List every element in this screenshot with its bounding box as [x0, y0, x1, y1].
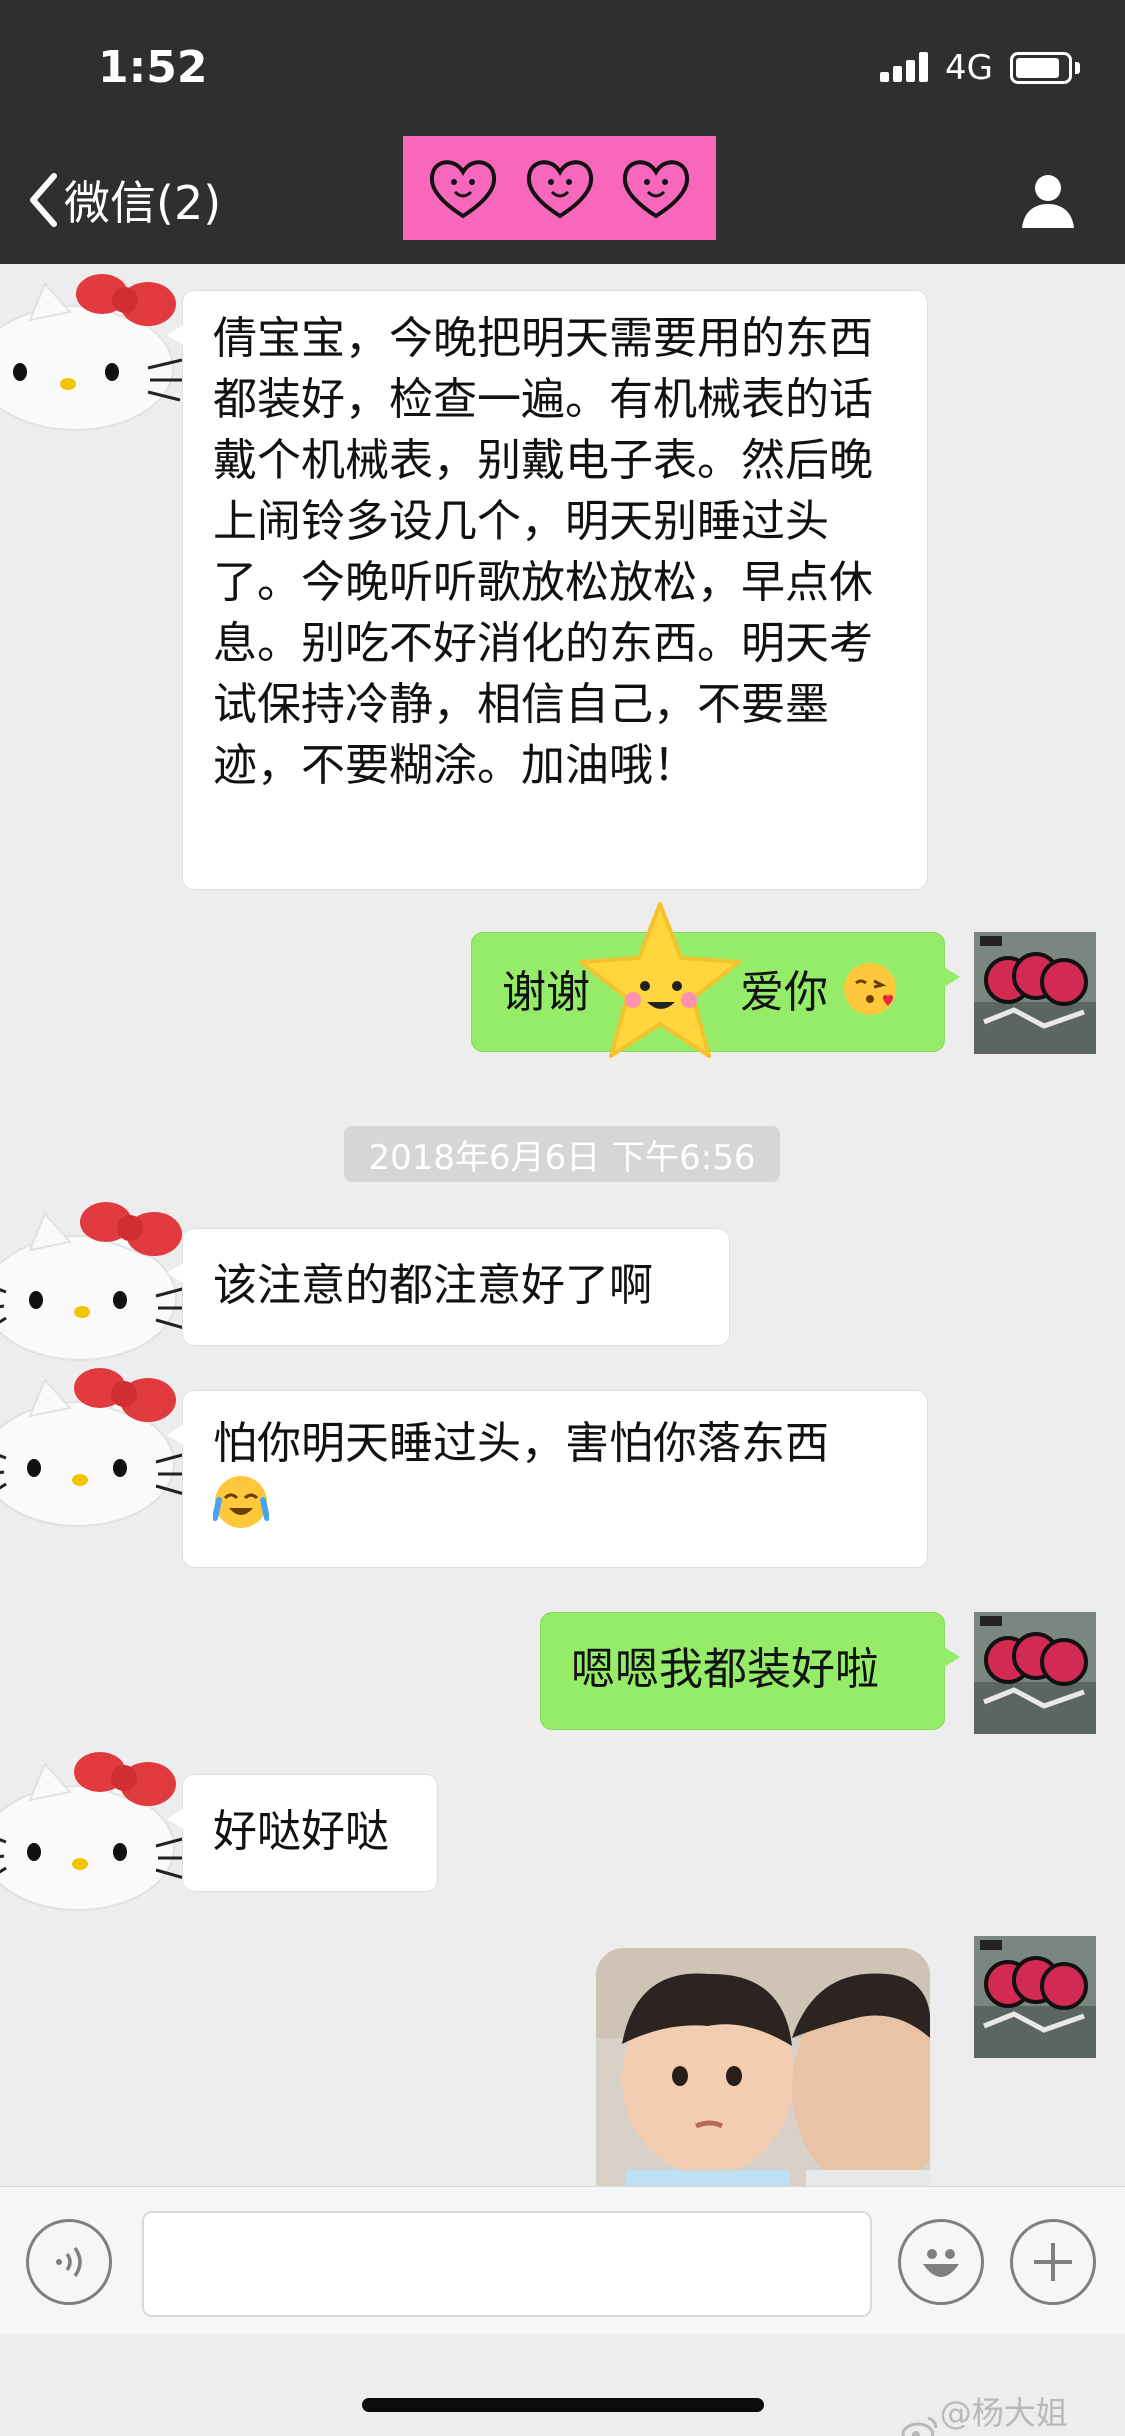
title-heart-sticker [403, 136, 716, 240]
graffiti-avatar[interactable] [974, 1612, 1096, 1734]
voice-button[interactable] [26, 2219, 112, 2305]
photo-children-image [596, 1948, 930, 2188]
voice-icon [56, 2246, 82, 2278]
message-text: 爱你 [740, 967, 828, 1018]
smiling-star-sticker [579, 902, 741, 1058]
message-text: 怕你明天睡过头，害怕你落东西 [213, 1418, 829, 1469]
photo-message[interactable] [596, 1948, 930, 2188]
home-indicator[interactable] [362, 2398, 764, 2412]
graffiti-avatar[interactable] [974, 1936, 1096, 2058]
signal-icon [880, 52, 932, 82]
message-text: 该注意的都注意好了啊 [213, 1260, 653, 1311]
message-text: 倩宝宝，今晚把明天需要用的东西都装好，检查一遍。有机械表的话戴个机械表，别戴电子… [213, 313, 873, 791]
message-bubble-incoming[interactable]: 好哒好哒 [167, 1774, 438, 1892]
emoji-button[interactable] [898, 2219, 984, 2305]
kissing-heart-emoji [844, 963, 896, 1015]
message-bubble-incoming[interactable]: 该注意的都注意好了啊 [167, 1228, 730, 1346]
loudly-crying-emoji [213, 1476, 269, 1528]
graffiti-avatar[interactable] [974, 932, 1096, 1054]
hello-kitty-avatar[interactable] [0, 1188, 190, 1368]
back-button[interactable]: 微信(2) [28, 168, 221, 232]
message-input[interactable] [142, 2211, 872, 2317]
watermark-text: @杨大姐YYY [939, 2394, 1068, 2436]
status-time: 1:52 [98, 42, 208, 93]
battery-icon [1010, 52, 1072, 84]
network-type: 4G [945, 48, 993, 88]
message-text: 好哒好哒 [213, 1806, 389, 1857]
plus-icon [1034, 2243, 1072, 2281]
message-bubble-incoming[interactable]: 怕你明天睡过头，害怕你落东西 [167, 1390, 928, 1568]
chevron-left-icon [30, 173, 57, 227]
heart-face-icon [430, 160, 497, 219]
person-icon[interactable] [1018, 170, 1078, 230]
back-label: 微信(2) [64, 176, 222, 230]
top-bar: 1:52 4G 微信(2) [0, 0, 1125, 264]
battery-level [1016, 58, 1059, 78]
hello-kitty-avatar[interactable] [0, 1354, 190, 1534]
heart-face-icon [622, 160, 689, 219]
graffiti-avatar-image [974, 1612, 1096, 1734]
message-bubble-outgoing[interactable]: 嗯嗯我都装好啦 [540, 1612, 960, 1730]
weibo-icon [901, 2416, 938, 2436]
graffiti-avatar-image [974, 1936, 1096, 2058]
hello-kitty-avatar[interactable] [0, 260, 190, 440]
watermark: @杨大姐YYY [900, 2388, 1125, 2436]
message-bubble-incoming[interactable]: 倩宝宝，今晚把明天需要用的东西都装好，检查一遍。有机械表的话戴个机械表，别戴电子… [167, 290, 928, 890]
timestamp: 2018年6月6日 下午6:56 [344, 1126, 780, 1182]
heart-face-icon [526, 160, 593, 219]
more-button[interactable] [1010, 2219, 1096, 2305]
graffiti-avatar-image [974, 932, 1096, 1054]
battery-nub [1075, 62, 1080, 74]
input-bar [0, 2186, 1125, 2334]
hello-kitty-avatar[interactable] [0, 1738, 190, 1918]
smiley-face-icon [923, 2249, 959, 2277]
message-text: 嗯嗯我都装好啦 [571, 1644, 879, 1695]
